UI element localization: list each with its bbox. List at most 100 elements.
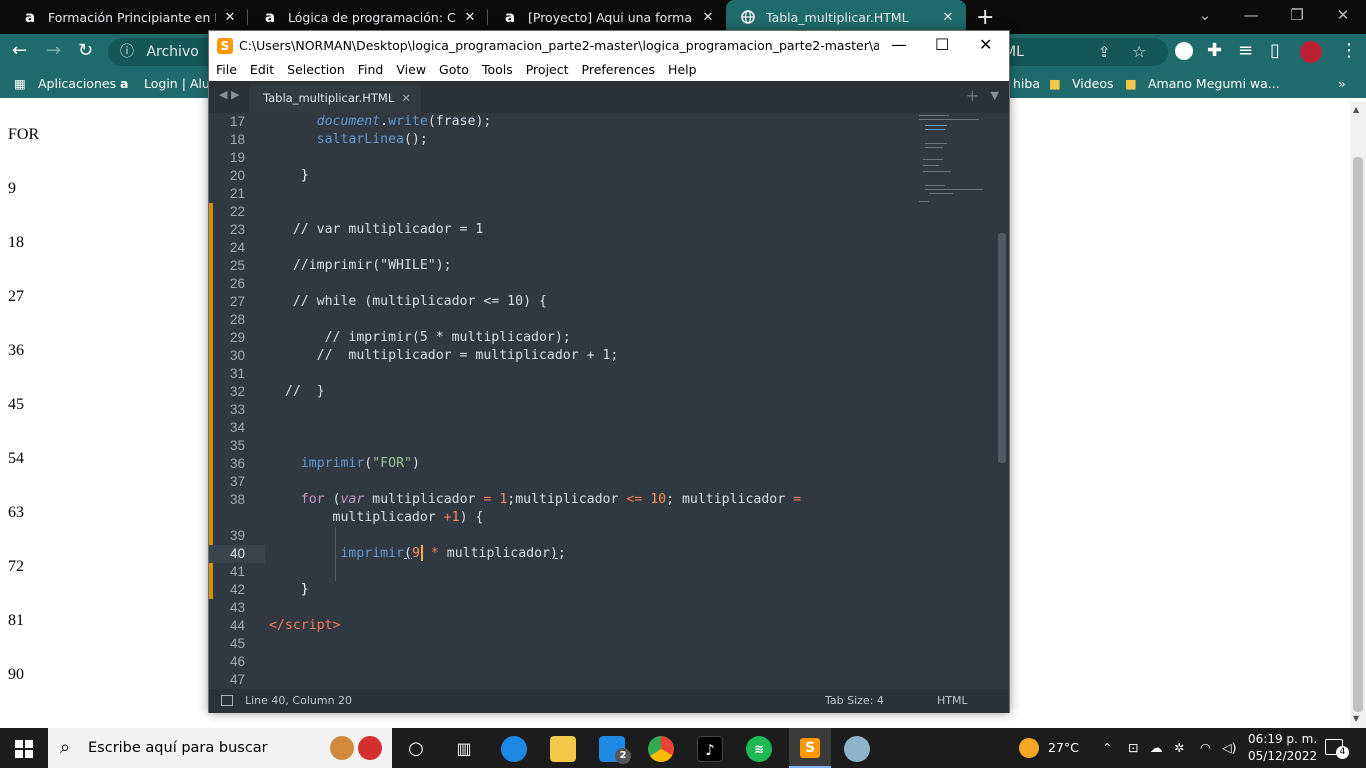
maximize-icon[interactable]: ☐ (935, 35, 949, 54)
editor-tab[interactable]: Tabla_multiplicar.HTML ✕ (249, 84, 421, 113)
close-icon[interactable]: ✕ (940, 10, 956, 25)
browser-tab[interactable]: a [Proyecto] Aqui una forma de ha ✕ (488, 0, 726, 34)
close-icon[interactable]: ✕ (401, 84, 411, 113)
minimap[interactable] (919, 113, 999, 213)
browser-tab-title: Lógica de programación: Concep (288, 9, 456, 25)
minimize-icon[interactable]: — (1228, 0, 1274, 34)
bookmark-videos[interactable]: Videos (1072, 76, 1114, 91)
code-line: 30 // multiplicador = multiplicador + 1; (229, 348, 619, 363)
code-line: 44 </script> (229, 618, 341, 633)
weather-sun-icon[interactable] (1019, 738, 1039, 758)
mail-icon[interactable]: 2 (599, 736, 631, 764)
tiktok-icon[interactable]: ♪ (697, 736, 723, 762)
menu-selection[interactable]: Selection (287, 60, 345, 80)
sublime-tab-bar: ◀ ▶ Tabla_multiplicar.HTML ✕ + ▼ (209, 81, 1009, 113)
back-arrow-icon[interactable]: ← (12, 40, 27, 61)
bookmark-apps[interactable]: Aplicaciones (38, 76, 116, 91)
minimize-icon[interactable]: — (891, 35, 907, 54)
menu-tools[interactable]: Tools (482, 60, 513, 80)
more-menu-icon[interactable]: ⋮ (1340, 40, 1358, 61)
menu-view[interactable]: View (396, 60, 426, 80)
edge-icon[interactable] (501, 736, 527, 762)
scroll-down-arrow-icon[interactable]: ▼ (1353, 714, 1359, 723)
alura-a-icon: a (24, 8, 36, 26)
menu-file[interactable]: File (216, 60, 237, 80)
code-line: 20 } (229, 168, 309, 183)
menu-project[interactable]: Project (526, 60, 569, 80)
show-hidden-icons-chevron-icon[interactable]: ⌃ (1102, 728, 1112, 768)
wifi-icon[interactable]: ◠ (1200, 728, 1211, 768)
page-output-line: 63 (8, 504, 24, 521)
ornament-icon (358, 736, 382, 760)
info-icon[interactable]: ⓘ (120, 44, 134, 60)
windows-start-icon[interactable] (15, 740, 33, 758)
task-view-icon[interactable]: ▥ (451, 736, 477, 762)
share-icon[interactable]: ⇪ (1098, 38, 1111, 66)
browser-tab[interactable]: a Lógica de programación: Concep ✕ (248, 0, 488, 34)
new-tab-button[interactable]: + (976, 5, 994, 30)
page-scrollbar-thumb[interactable] (1353, 157, 1363, 712)
paint-icon[interactable] (844, 736, 870, 762)
menu-help[interactable]: Help (668, 60, 697, 80)
close-icon[interactable]: ✕ (462, 10, 478, 25)
reload-icon[interactable]: ↻ (78, 40, 93, 61)
code-line: 34 (229, 420, 245, 435)
page-output-line: 90 (8, 666, 24, 683)
page-output-line: 72 (8, 558, 24, 575)
bookmark-amano[interactable]: Amano Megumi wa... (1148, 76, 1280, 91)
close-window-icon[interactable]: ✕ (1320, 0, 1366, 34)
profile-avatar[interactable] (1300, 41, 1322, 63)
new-tab-plus-icon[interactable]: + (966, 86, 979, 105)
scroll-up-arrow-icon[interactable]: ▲ (1353, 105, 1359, 114)
star-icon[interactable]: ☆ (1132, 38, 1146, 66)
volume-icon[interactable]: ◁) (1222, 728, 1237, 768)
forward-arrow-icon[interactable]: → (46, 40, 61, 61)
page-output-line: 45 (8, 396, 24, 413)
menu-edit[interactable]: Edit (250, 60, 274, 80)
chevron-down-icon[interactable]: ⌄ (1182, 0, 1228, 34)
close-window-icon[interactable]: ✕ (979, 35, 992, 54)
extension-icon[interactable] (1175, 42, 1193, 60)
editor-scrollbar-thumb[interactable] (998, 233, 1006, 463)
usb-device-icon[interactable]: ⊡ (1128, 728, 1138, 768)
taskbar-search-box[interactable]: ⌕ Escribe aquí para buscar (48, 728, 392, 768)
page-scrollbar[interactable]: ▲ ▼ (1350, 102, 1366, 728)
tab-nav-arrows-icon[interactable]: ◀ ▶ (219, 88, 239, 101)
puzzle-extensions-icon[interactable]: ✚ (1207, 40, 1222, 61)
browser-tab-active[interactable]: Tabla_multiplicar.HTML ✕ (726, 0, 966, 34)
clock-time: 06:19 p. m. (1248, 732, 1318, 746)
sublime-text-icon[interactable]: S (789, 728, 831, 768)
menu-preferences[interactable]: Preferences (582, 60, 656, 80)
chrome-icon[interactable] (648, 736, 674, 762)
spotify-icon[interactable]: ≋ (746, 736, 772, 762)
syntax-mode[interactable]: HTML (937, 689, 968, 713)
weather-temperature[interactable]: 27°C (1048, 728, 1079, 768)
menu-goto[interactable]: Goto (439, 60, 469, 80)
code-line: 42 } (229, 582, 309, 597)
code-line: 39 (229, 528, 245, 543)
media-queue-icon[interactable]: ≡ (1238, 40, 1253, 61)
close-icon[interactable]: ✕ (222, 10, 238, 25)
notification-center-icon[interactable]: 4 (1325, 739, 1349, 759)
menu-find[interactable]: Find (358, 60, 384, 80)
panel-toggle-icon[interactable] (221, 695, 233, 706)
taskbar-clock[interactable]: 06:19 p. m. 05/12/2022 (1248, 731, 1317, 765)
side-panel-icon[interactable]: ▯ (1270, 40, 1280, 61)
cortana-icon[interactable]: ○ (403, 736, 429, 762)
language-icon[interactable]: ✲ (1174, 728, 1184, 768)
code-line: 43 (229, 600, 245, 615)
apps-grid-icon[interactable]: ▦ (14, 76, 26, 91)
cloud-icon[interactable]: ☁ (1150, 728, 1163, 768)
code-editor[interactable]: 17 document.write(frase); 18 saltarLinea… (209, 113, 1009, 689)
tab-dropdown-icon[interactable]: ▼ (991, 89, 999, 102)
browser-tab[interactable]: a Formación Principiante en Progra ✕ (8, 0, 248, 34)
page-output-line: 18 (8, 234, 24, 251)
alura-a-icon: a (504, 8, 516, 26)
bookmarks-overflow-button[interactable]: » (1338, 76, 1346, 91)
close-icon[interactable]: ✕ (700, 10, 716, 25)
tab-size[interactable]: Tab Size: 4 (825, 689, 884, 713)
bookmark-hiba[interactable]: hiba (1013, 76, 1040, 91)
restore-icon[interactable]: ❐ (1274, 0, 1320, 34)
file-explorer-icon[interactable] (550, 736, 576, 762)
page-output-line: FOR (8, 126, 40, 143)
